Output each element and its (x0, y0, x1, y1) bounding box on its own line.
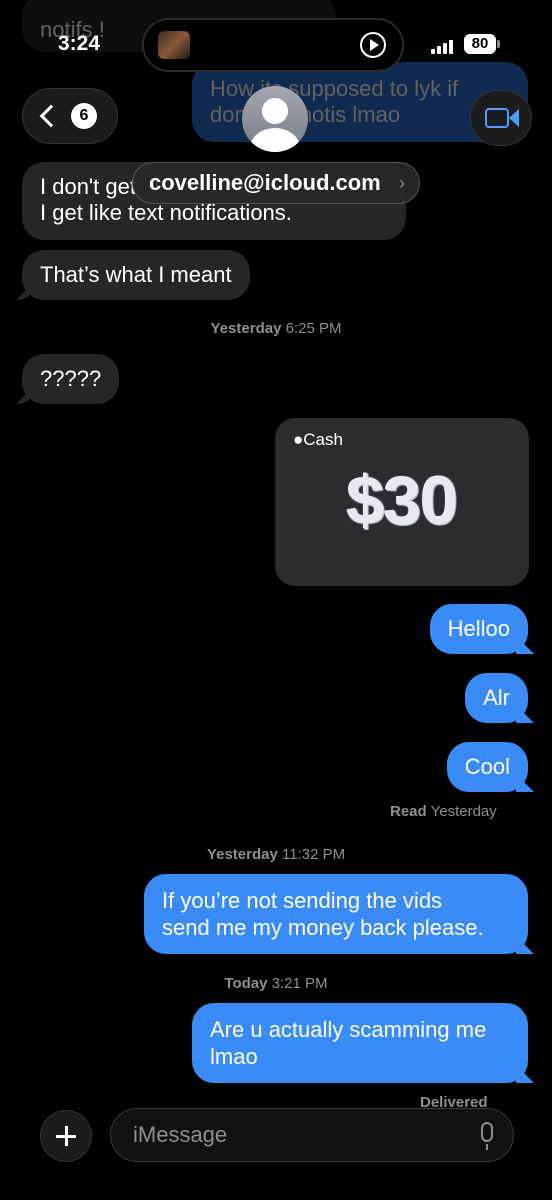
timestamp-1: Yesterday 6:25 PM (0, 320, 552, 337)
cash-amount: $30 (346, 463, 458, 539)
timestamp-time: 6:25 PM (285, 320, 342, 337)
timestamp-time: 11:32 PM (281, 846, 346, 863)
outgoing-message-scamming[interactable]: Are u actually scamming me lmao (192, 1003, 528, 1083)
imessage-input[interactable]: iMessage (110, 1108, 514, 1162)
cash-label-text: Cash (303, 430, 343, 449)
timestamp-day: Yesterday (210, 320, 282, 337)
apple-logo-icon: ● (293, 430, 304, 449)
cellular-signal-icon (431, 40, 457, 54)
outgoing-message-helloo[interactable]: Helloo (429, 604, 528, 654)
dynamic-island[interactable] (142, 18, 404, 72)
input-placeholder: iMessage (133, 1122, 228, 1147)
timestamp-day: Yesterday (206, 846, 278, 863)
timestamp-2: Yesterday 11:32 PM (0, 846, 552, 863)
facetime-video-button[interactable] (470, 90, 532, 146)
message-text: ????? (40, 366, 102, 391)
plus-icon-vertical (65, 1126, 68, 1146)
read-receipt: Read Yesterday (390, 803, 497, 820)
read-when: Yesterday (430, 803, 497, 820)
person-body-icon (250, 128, 300, 152)
message-text: Cool (464, 754, 510, 779)
chevron-right-icon: › (399, 173, 405, 193)
message-line: send me my money back please. (162, 915, 484, 940)
timestamp-day: Today (224, 975, 268, 992)
battery-tip (497, 40, 500, 48)
timestamp-3: Today 3:21 PM (0, 975, 552, 992)
apps-plus-button[interactable] (40, 1110, 92, 1162)
video-camera-icon (485, 108, 509, 128)
message-text: Helloo (447, 616, 510, 641)
back-button[interactable]: 6 (22, 88, 118, 144)
contact-name-button[interactable]: covelline@icloud.com › (132, 162, 420, 204)
incoming-message-2[interactable]: That’s what I meant (22, 250, 250, 300)
timestamp-time: 3:21 PM (271, 975, 328, 992)
album-art-icon (158, 31, 190, 59)
apple-cash-card[interactable]: ●Cash $30 (275, 418, 529, 586)
battery-icon: 80 (464, 34, 496, 54)
microphone-stand (486, 1144, 488, 1150)
outgoing-message-cool[interactable]: Cool (446, 742, 528, 792)
status-time: 3:24 (58, 32, 101, 55)
outgoing-message-alr[interactable]: Alr (465, 673, 528, 723)
message-text: Alr (483, 685, 510, 710)
message-line: lmao (210, 1044, 258, 1069)
play-icon[interactable] (360, 32, 386, 58)
message-line: If you’re not sending the vids (162, 888, 443, 913)
outgoing-message-vids[interactable]: If you’re not sending the vids send me m… (144, 874, 528, 954)
unread-count-badge: 6 (71, 103, 97, 129)
video-camera-lens (509, 109, 519, 127)
read-label: Read (390, 803, 427, 820)
contact-avatar[interactable] (242, 86, 308, 152)
contact-name: covelline@icloud.com (149, 170, 381, 195)
message-line: Are u actually scamming me (210, 1017, 487, 1042)
message-text: That’s what I meant (40, 262, 232, 287)
incoming-message-3[interactable]: ????? (22, 354, 120, 404)
chevron-left-icon (39, 104, 63, 128)
apple-cash-label: ●Cash (293, 430, 343, 450)
person-head-icon (262, 98, 288, 124)
microphone-icon[interactable] (481, 1122, 493, 1142)
